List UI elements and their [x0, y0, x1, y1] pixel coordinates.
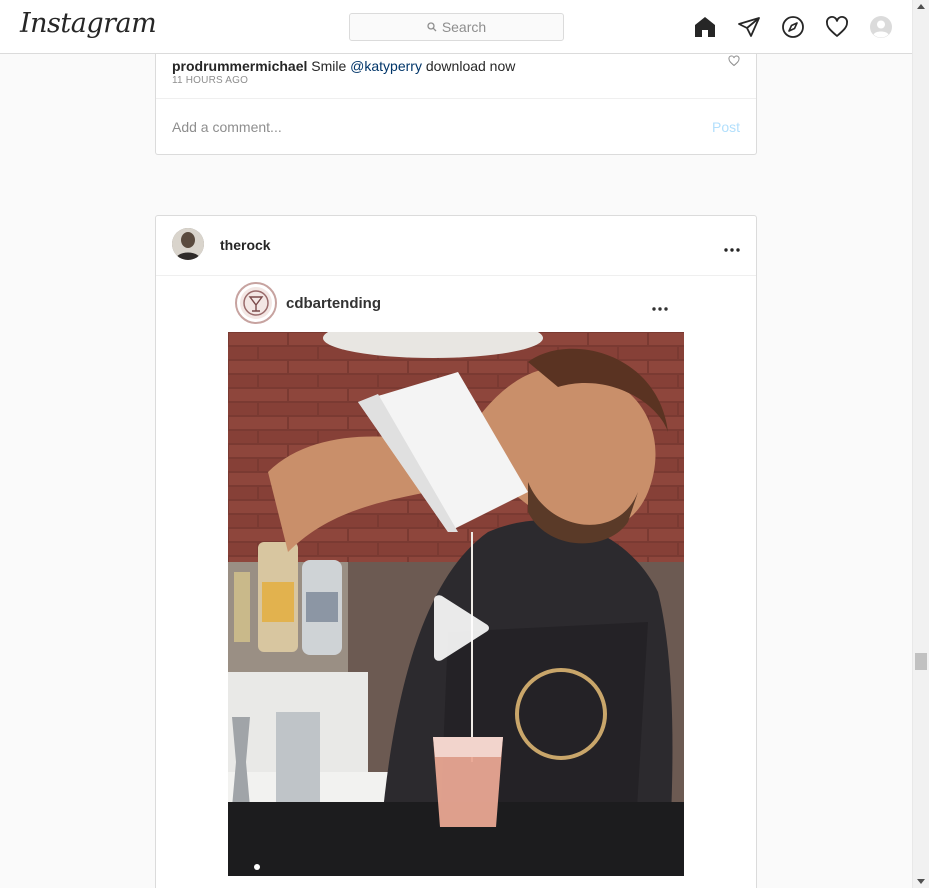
comment-text: Smile [307, 58, 351, 74]
profile-avatar-icon[interactable] [868, 14, 894, 40]
embedded-more-icon [652, 298, 668, 316]
search-placeholder: Search [441, 19, 487, 35]
scroll-down-arrow-icon[interactable] [917, 879, 925, 884]
post-comment-button[interactable]: Post [712, 119, 740, 135]
comment-mention-link[interactable]: @katyperry [350, 58, 422, 74]
more-options-icon[interactable] [724, 239, 740, 257]
home-icon[interactable] [692, 14, 718, 40]
comment-text-end: download now [421, 58, 516, 74]
post-author-username[interactable]: therock [220, 237, 271, 253]
post-author-avatar[interactable] [172, 228, 204, 260]
feed-post: therock cdbartending [155, 215, 757, 888]
previous-post: prodrummermichael Smile @katyperry downl… [155, 54, 757, 155]
embedded-avatar [235, 282, 277, 324]
page-scrollbar[interactable] [912, 0, 929, 888]
add-comment-input[interactable]: Add a comment... [172, 119, 282, 135]
comment-username[interactable]: prodrummermichael [172, 58, 307, 74]
direct-icon[interactable] [736, 14, 762, 40]
post-video[interactable]: cdbartending [228, 277, 684, 888]
play-icon[interactable] [424, 594, 492, 667]
top-nav: Instagram Search [0, 0, 912, 54]
search-input[interactable]: Search [349, 13, 564, 41]
video-frame [228, 332, 684, 876]
search-icon [427, 22, 437, 32]
post-timestamp[interactable]: 11 HOURS AGO [172, 75, 248, 86]
carousel-dot [254, 864, 260, 870]
scrollbar-thumb[interactable] [915, 653, 927, 670]
scroll-up-arrow-icon[interactable] [917, 4, 925, 9]
activity-heart-icon[interactable] [824, 14, 850, 40]
comment-like-heart-icon[interactable] [728, 54, 740, 72]
comment: prodrummermichael Smile @katyperry downl… [172, 58, 515, 74]
explore-icon[interactable] [780, 14, 806, 40]
instagram-logo[interactable]: Instagram [20, 8, 157, 39]
embedded-username: cdbartending [286, 295, 382, 312]
post-header: therock [156, 216, 756, 276]
embedded-header: cdbartending [228, 277, 684, 332]
add-comment-form: Add a comment... Post [156, 98, 756, 154]
